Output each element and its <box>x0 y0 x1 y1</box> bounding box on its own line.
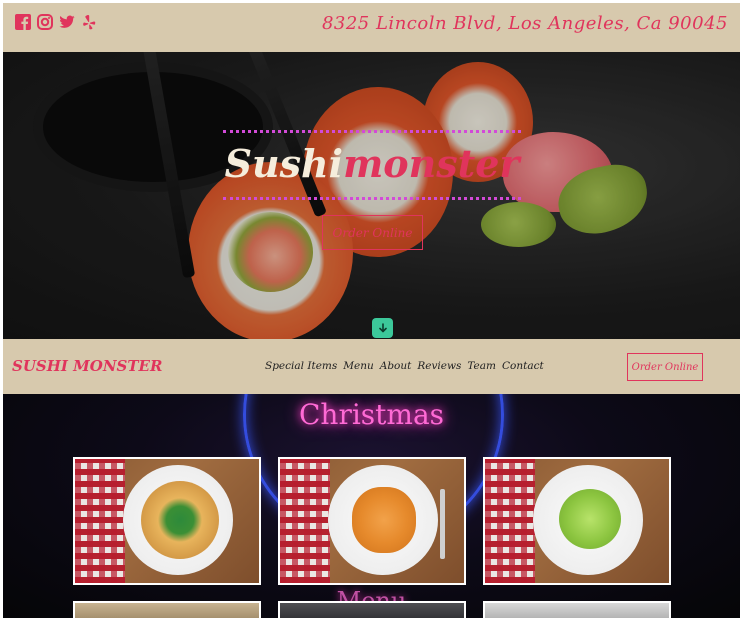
social-links <box>15 14 97 30</box>
main-navbar: SUSHI MONSTER Special Items Menu About R… <box>3 339 740 394</box>
menu-card-partial[interactable] <box>278 601 466 618</box>
pasta-image <box>352 487 416 553</box>
tablecloth-pattern <box>75 459 125 583</box>
menu-card-green-pasta[interactable] <box>483 457 671 585</box>
fork-image <box>440 489 445 559</box>
nav-link-special-items[interactable]: Special Items <box>265 360 337 372</box>
menu-card-partial[interactable] <box>483 601 671 618</box>
top-bar: 8325 Lincoln Blvd, Los Angeles, Ca 90045 <box>3 3 740 52</box>
instagram-icon[interactable] <box>37 14 53 30</box>
green-pasta-image <box>559 489 621 549</box>
yelp-icon[interactable] <box>81 14 97 30</box>
menu-card-pasta[interactable] <box>278 457 466 585</box>
facebook-icon[interactable] <box>15 14 31 30</box>
menu-card-partial[interactable] <box>73 601 261 618</box>
scroll-down-button[interactable] <box>372 318 393 338</box>
nav-logo[interactable]: SUSHI MONSTER <box>12 357 162 375</box>
christmas-section: Christmas Menu <box>3 394 740 618</box>
brand-word-monster: monster <box>343 141 520 186</box>
section-title: Christmas <box>298 398 445 431</box>
nav-links: Special Items Menu About Reviews Team Co… <box>265 360 544 372</box>
nav-link-reviews[interactable]: Reviews <box>417 360 461 372</box>
hero-banner: Sushimonster Order Online <box>3 52 740 339</box>
dotted-divider <box>223 130 521 133</box>
nav-link-contact[interactable]: Contact <box>502 360 544 372</box>
tablecloth-pattern <box>280 459 330 583</box>
nav-link-menu[interactable]: Menu <box>343 360 374 372</box>
tablecloth-pattern <box>485 459 535 583</box>
page: 8325 Lincoln Blvd, Los Angeles, Ca 90045… <box>3 3 740 618</box>
twitter-icon[interactable] <box>59 14 75 30</box>
nav-link-about[interactable]: About <box>380 360 412 372</box>
dotted-divider <box>223 197 521 200</box>
nav-order-online-button[interactable]: Order Online <box>627 353 703 381</box>
brand-word-sushi: Sushi <box>224 141 344 186</box>
menu-card-pizza[interactable] <box>73 457 261 585</box>
hero-brand-title: Sushimonster <box>223 140 521 188</box>
pizza-image <box>141 481 219 559</box>
address-text: 8325 Lincoln Blvd, Los Angeles, Ca 90045 <box>321 13 728 34</box>
hero-order-online-button[interactable]: Order Online <box>322 215 423 250</box>
arrow-down-icon <box>378 323 387 333</box>
nav-link-team[interactable]: Team <box>467 360 496 372</box>
hero-overlay <box>3 52 740 339</box>
